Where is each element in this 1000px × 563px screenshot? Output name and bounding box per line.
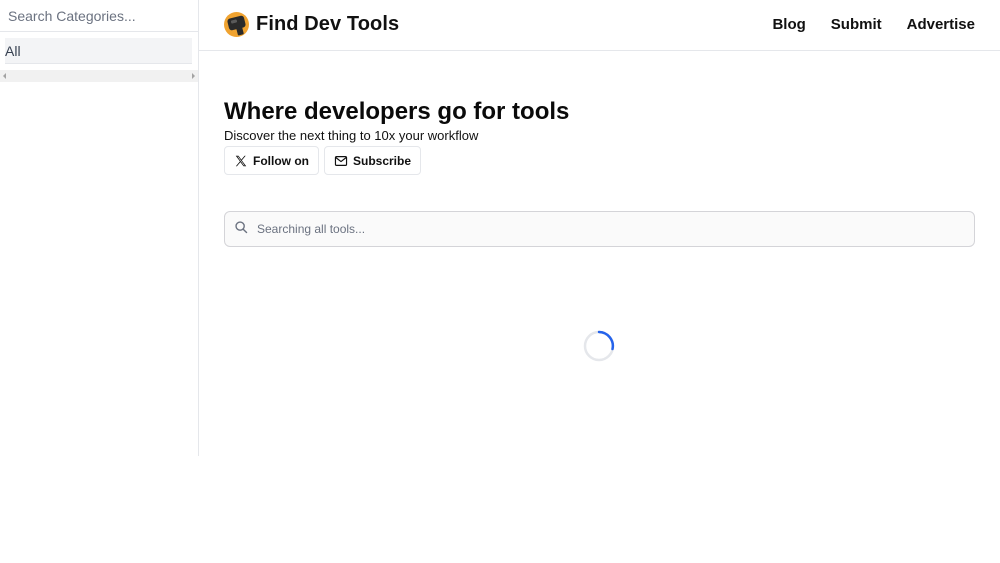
main-nav: Blog Submit Advertise (772, 16, 975, 33)
camera-icon (224, 12, 249, 37)
category-item-all[interactable]: All (5, 38, 192, 64)
horizontal-scrollbar[interactable] (0, 70, 198, 82)
main-content: Where developers go for tools Discover t… (224, 51, 975, 247)
follow-on-x-button[interactable]: Follow on (224, 146, 319, 175)
search-icon (234, 220, 248, 239)
sidebar: All (0, 0, 199, 456)
brand-name: Find Dev Tools (256, 13, 400, 35)
subscribe-button[interactable]: Subscribe (324, 146, 422, 175)
page-subtitle: Discover the next thing to 10x your work… (224, 128, 479, 143)
category-search-input[interactable] (0, 0, 198, 32)
loading-spinner-icon (583, 330, 615, 362)
social-buttons: Follow on Subscribe (224, 146, 975, 175)
nav-advertise-link[interactable]: Advertise (907, 16, 975, 33)
nav-blog-link[interactable]: Blog (772, 16, 805, 33)
brand-link[interactable]: Find Dev Tools (224, 12, 399, 37)
subscribe-button-label: Subscribe (353, 153, 412, 168)
follow-button-label: Follow on (253, 153, 309, 168)
page-title: Where developers go for tools (224, 98, 570, 125)
tool-search-box[interactable] (224, 211, 975, 247)
mail-icon (334, 154, 348, 168)
scroll-right-arrow-icon[interactable] (192, 73, 195, 79)
x-logo-icon (234, 154, 248, 168)
nav-submit-link[interactable]: Submit (831, 16, 882, 33)
top-header: Find Dev Tools Blog Submit Advertise (199, 0, 1000, 51)
category-list: All (0, 32, 198, 64)
tool-search-input[interactable] (257, 222, 957, 236)
scroll-left-arrow-icon[interactable] (3, 73, 6, 79)
